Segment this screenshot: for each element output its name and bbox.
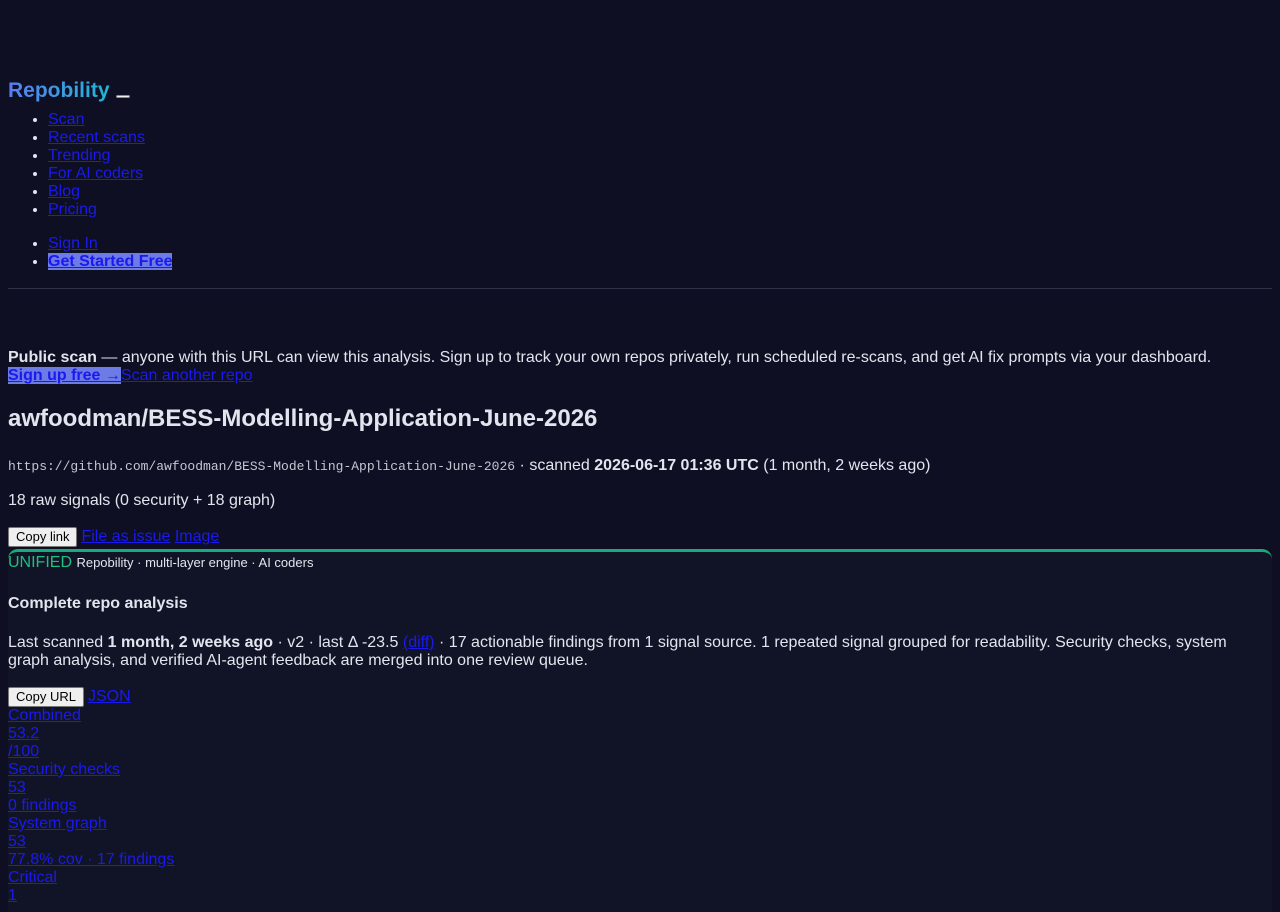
nav-link-trending[interactable]: Trending	[48, 147, 111, 164]
stat-combined-value[interactable]: 53.2	[8, 725, 1272, 743]
stat-security-findings[interactable]: 0 findings	[8, 797, 1272, 815]
nav-item: Recent scans	[48, 129, 1272, 147]
repo-title: awfoodman/BESS-Modelling-Application-Jun…	[8, 405, 598, 432]
summary-time: 1 month, 2 weeks ago	[107, 634, 274, 651]
nav-item: Trending	[48, 147, 1272, 165]
brand-logo[interactable]: Repobility	[8, 79, 110, 103]
nav-item: Pricing	[48, 201, 1272, 219]
main-nav: Scan Recent scans Trending For AI coders…	[8, 111, 1272, 219]
nav-link-recent-scans[interactable]: Recent scans	[48, 129, 145, 146]
nav-link-pricing[interactable]: Pricing	[48, 201, 97, 218]
nav-link-scan[interactable]: Scan	[48, 111, 84, 128]
nav-link-blog[interactable]: Blog	[48, 183, 80, 200]
header: Repobility	[8, 79, 1272, 103]
card-actions: Copy URL JSON	[8, 687, 1272, 707]
scan-another-link[interactable]: Scan another repo	[121, 367, 253, 384]
signup-button[interactable]: Sign up free →	[8, 367, 121, 384]
notice-label: Public scan	[8, 349, 97, 366]
card-badge-row: UNIFIED Repobility · multi-layer engine …	[8, 552, 1272, 574]
summary-mid: · v2 · last Δ -23.5	[273, 634, 403, 651]
engine-label: Repobility · multi-layer engine · AI cod…	[76, 555, 314, 570]
summary-prefix: Last scanned	[8, 634, 108, 651]
repo-actions: Copy link File as issue Image	[8, 527, 1272, 547]
scanned-prefix: · scanned	[515, 457, 595, 474]
raw-signals: 18 raw signals (0 security + 18 graph)	[8, 492, 276, 509]
notice-text: — anyone with this URL can view this ana…	[96, 349, 1212, 366]
stat-graph-coverage[interactable]: 77.8% cov · 17 findings	[8, 851, 1272, 869]
score-stats: Combined 53.2 /100 Security checks 53 0 …	[8, 707, 1272, 905]
nav-item: Blog	[48, 183, 1272, 201]
json-link[interactable]: JSON	[88, 688, 131, 706]
image-link[interactable]: Image	[175, 528, 219, 546]
stat-critical-value[interactable]: 1	[8, 887, 1272, 905]
scanned-time: 2026-06-17 01:36 UTC	[594, 457, 759, 474]
stat-security-value[interactable]: 53	[8, 779, 1272, 797]
unified-badge: UNIFIED	[8, 554, 72, 571]
nav-link-for-ai-coders[interactable]: For AI coders	[48, 165, 143, 182]
stat-critical-label[interactable]: Critical	[8, 869, 1272, 887]
auth-nav: Sign In Get Started Free	[8, 235, 1272, 271]
stat-combined-label[interactable]: Combined	[8, 707, 1272, 725]
stat-security-label[interactable]: Security checks	[8, 761, 1272, 779]
stat-combined-max[interactable]: /100	[8, 743, 1272, 761]
nav-item: Scan	[48, 111, 1272, 129]
page: Repobility Scan Recent scans Trending Fo…	[0, 0, 1280, 547]
auth-item: Sign In	[48, 235, 1272, 253]
public-scan-notice: Public scan — anyone with this URL can v…	[8, 349, 1272, 367]
copy-url-button[interactable]: Copy URL	[8, 687, 84, 707]
scan-meta: https://github.com/awfoodman/BESS-Modell…	[8, 457, 1272, 476]
nav-item: For AI coders	[48, 165, 1272, 183]
auth-item: Get Started Free	[48, 253, 1272, 271]
stat-graph-label[interactable]: System graph	[8, 815, 1272, 833]
menu-toggle-button[interactable]	[115, 94, 130, 98]
diff-link[interactable]: (diff)	[403, 634, 435, 651]
stat-graph-value[interactable]: 53	[8, 833, 1272, 851]
analysis-summary: Last scanned 1 month, 2 weeks ago · v2 ·…	[8, 634, 1272, 670]
file-issue-link[interactable]: File as issue	[81, 528, 170, 546]
copy-link-button[interactable]: Copy link	[8, 527, 78, 547]
notice-links: Sign up free →Scan another repo	[8, 367, 1272, 385]
sign-in-link[interactable]: Sign In	[48, 235, 98, 252]
get-started-button[interactable]: Get Started Free	[48, 253, 173, 270]
scanned-ago: (1 month, 2 weeks ago)	[758, 457, 931, 474]
card-title: Complete repo analysis	[8, 595, 188, 612]
repo-url: https://github.com/awfoodman/BESS-Modell…	[8, 459, 516, 474]
analysis-card: UNIFIED Repobility · multi-layer engine …	[8, 549, 1272, 912]
